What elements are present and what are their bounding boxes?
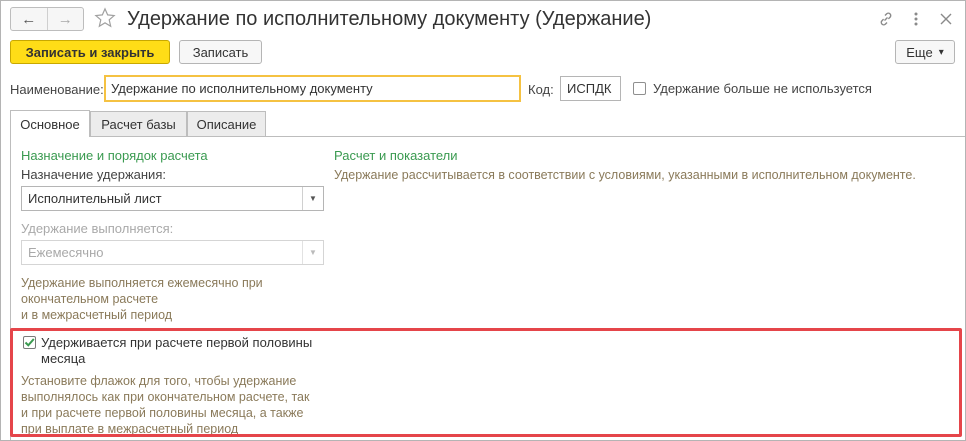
first-half-label[interactable]: Удерживается при расчете первой половины… [41,335,312,367]
window-title: Удержание по исполнительному документу (… [127,8,652,30]
more-label: Еще [906,44,933,60]
performed-value: Ежемесячно [28,245,104,260]
not-used-label[interactable]: Удержание больше не используется [653,81,872,96]
chevron-down-icon: ▾ [938,46,944,58]
dropdown-arrow-icon: ▼ [302,241,323,264]
name-input[interactable]: Удержание по исполнительному документу [104,75,521,102]
document-window: ← → Удержание по исполнительному докумен… [0,0,966,441]
tab-main[interactable]: Основное [10,110,90,137]
purpose-select[interactable]: Исполнительный лист ▼ [21,186,324,211]
link-icon[interactable] [873,9,899,29]
calc-group-title: Расчет и показатели [334,148,458,163]
calc-hint: Удержание рассчитывается в соответствии … [334,168,916,182]
dropdown-arrow-icon[interactable]: ▼ [302,187,323,210]
checkmark-icon [24,338,35,347]
performed-select: Ежемесячно ▼ [21,240,324,265]
performed-label: Удержание выполняется: [21,221,174,236]
first-half-hint: Установите флажок для того, чтобы удержа… [21,374,310,436]
back-button[interactable]: ← [11,8,47,30]
favorite-star-icon[interactable] [93,6,117,30]
save-button[interactable]: Записать [179,40,262,64]
tab-base-calculation[interactable]: Расчет базы [90,111,187,137]
purpose-value: Исполнительный лист [28,191,162,206]
name-label: Наименование: [10,82,104,97]
purpose-group-title: Назначение и порядок расчета [21,148,208,163]
navigation-buttons: ← → [10,7,84,31]
arrow-right-icon: → [57,10,73,28]
performed-hint: Удержание выполняется ежемесячно при око… [21,276,263,322]
tab-description[interactable]: Описание [187,111,266,137]
code-label: Код: [528,82,554,97]
more-button[interactable]: Еще ▾ [895,40,955,64]
more-vertical-icon[interactable] [903,9,929,29]
close-icon[interactable] [933,9,959,29]
forward-button[interactable]: → [46,8,84,30]
title-bar: ← → Удержание по исполнительному докумен… [1,1,965,37]
save-and-close-button[interactable]: Записать и закрыть [10,40,170,64]
first-half-checkbox[interactable] [23,336,36,349]
arrow-left-icon: ← [21,10,37,28]
code-input[interactable]: ИСПДК [560,76,621,101]
purpose-label: Назначение удержания: [21,167,166,182]
not-used-checkbox[interactable] [633,82,646,95]
